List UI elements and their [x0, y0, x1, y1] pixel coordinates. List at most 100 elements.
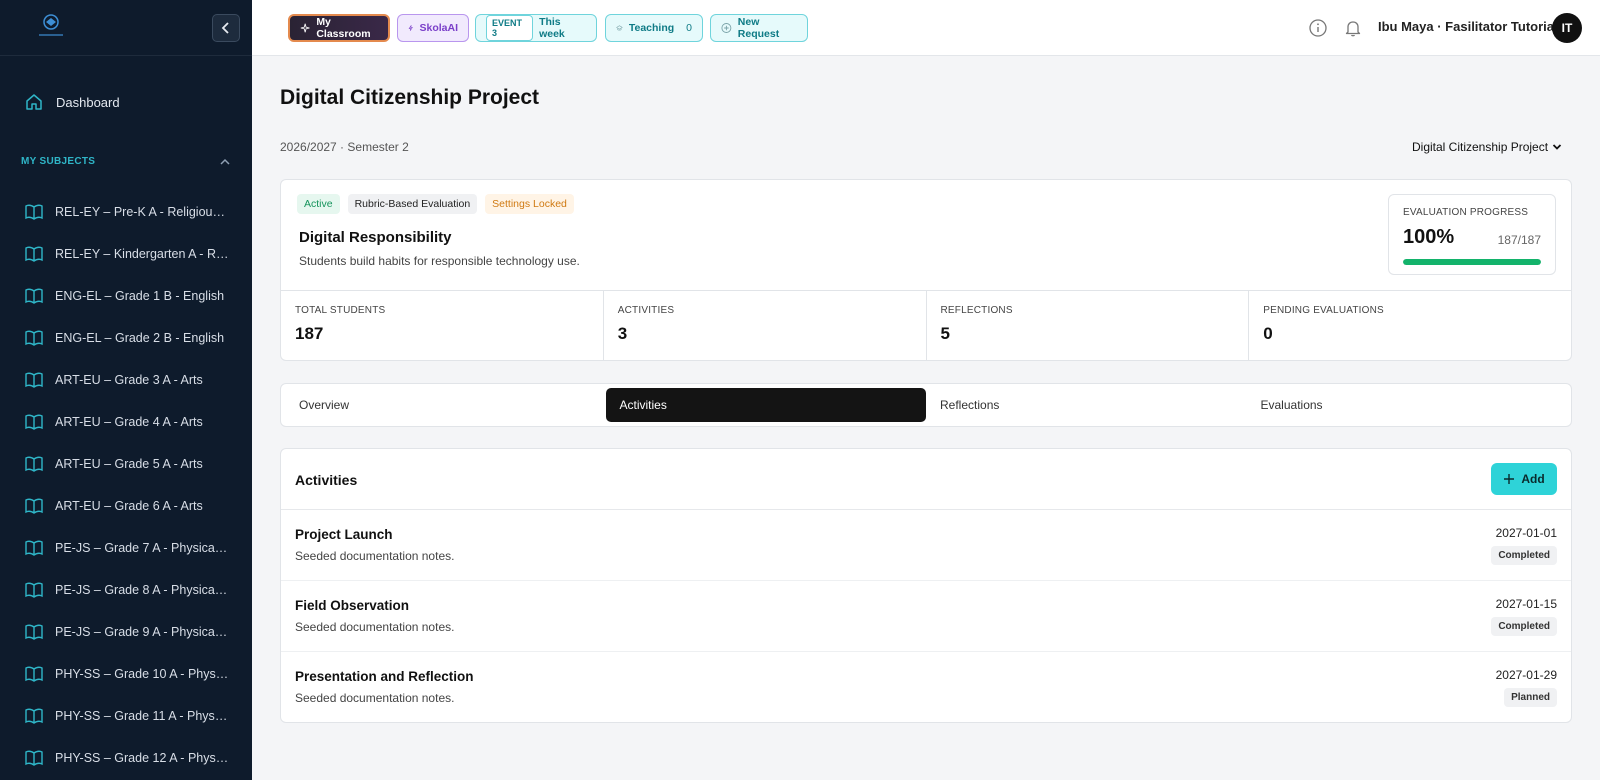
activity-date: 2027-01-01 [1495, 526, 1557, 540]
stat-value: 0 [1263, 324, 1273, 343]
collapse-sidebar-button[interactable] [212, 14, 240, 42]
status-badge: Completed [1491, 546, 1557, 565]
subject-label: ART-EU – Grade 6 A - Arts [55, 499, 203, 513]
sidebar-item-subject[interactable]: ART-EU – Grade 3 A - Arts [24, 359, 236, 401]
event-tag: EVENT 3 [486, 15, 534, 41]
subject-label: REL-EY – Kindergarten A - Religious and … [55, 247, 229, 261]
teaching-count: 0 [686, 22, 692, 34]
subject-label: ART-EU – Grade 4 A - Arts [55, 415, 203, 429]
subject-label: ENG-EL – Grade 1 B - English [55, 289, 225, 303]
status-badge-locked: Settings Locked [485, 194, 574, 214]
activity-title: Presentation and Reflection [295, 669, 474, 684]
list-item[interactable]: Presentation and Reflection Seeded docum… [281, 652, 1571, 723]
progress-label: EVALUATION PROGRESS [1403, 207, 1529, 218]
book-icon [25, 582, 43, 598]
school-logo-icon[interactable] [33, 12, 69, 40]
sidebar-item-subject[interactable]: PHY-SS – Grade 10 A - Physics [24, 653, 236, 695]
event-button[interactable]: EVENT 3 This week [475, 14, 597, 42]
sidebar-item-subject[interactable]: REL-EY – Kindergarten A - Religious and … [24, 233, 236, 275]
book-icon [25, 246, 43, 262]
list-item[interactable]: Field Observation Seeded documentation n… [281, 581, 1571, 652]
skolaai-label: SkolaAI [419, 22, 458, 34]
my-subjects-label: MY SUBJECTS [21, 156, 96, 167]
avatar[interactable]: IT [1552, 13, 1582, 43]
book-icon [25, 750, 43, 766]
tab-reflections[interactable]: Reflections [926, 388, 1247, 422]
sidebar-item-label: Dashboard [56, 94, 120, 110]
plus-icon [1504, 474, 1515, 484]
teaching-label: Teaching [628, 22, 675, 34]
sidebar-item-subject[interactable]: ART-EU – Grade 4 A - Arts [24, 401, 236, 443]
book-icon [25, 624, 43, 640]
book-icon [25, 204, 43, 220]
sidebar-divider [0, 55, 252, 56]
sidebar-item-subject[interactable]: ENG-EL – Grade 2 B - English [24, 317, 236, 359]
sidebar-item-subject[interactable]: ART-EU – Grade 6 A - Arts [24, 485, 236, 527]
activity-date: 2027-01-29 [1495, 668, 1557, 682]
activity-title: Field Observation [295, 598, 410, 613]
new-request-button[interactable]: New Request [710, 14, 808, 42]
user-name[interactable]: Ibu Maya · Fasilitator Tutorial [1378, 19, 1558, 34]
activity-note: Seeded documentation notes. [295, 549, 455, 563]
summary-card: Active Rubric-Based Evaluation Settings … [280, 179, 1572, 361]
stat-label: PENDING EVALUATIONS [1263, 305, 1384, 316]
stats-row: TOTAL STUDENTS 187 ACTIVITIES 3 REFLECTI… [281, 290, 1571, 360]
skolaai-button[interactable]: SkolaAI [397, 14, 469, 42]
tab-bar: Overview Activities Reflections Evaluati… [280, 383, 1572, 427]
sidebar-item-subject[interactable]: ENG-EL – Grade 1 B - English [24, 275, 236, 317]
book-icon [25, 288, 43, 304]
my-classroom-button[interactable]: My Classroom [288, 14, 390, 42]
subject-label: ART-EU – Grade 3 A - Arts [55, 373, 203, 387]
project-select[interactable]: Digital Citizenship Project [1412, 140, 1562, 154]
book-icon [25, 414, 43, 430]
sidebar-item-subject[interactable]: ART-EU – Grade 5 A - Arts [24, 443, 236, 485]
stat-activities: ACTIVITIES 3 [604, 291, 927, 360]
bell-icon[interactable] [1343, 18, 1363, 38]
tab-evaluations[interactable]: Evaluations [1247, 388, 1568, 422]
tab-overview[interactable]: Overview [285, 388, 606, 422]
chevron-left-icon [221, 22, 229, 34]
activities-header: Activities Add [281, 449, 1571, 510]
plus-circle-icon [721, 23, 732, 33]
project-select-value: Digital Citizenship Project [1412, 140, 1549, 154]
page-title: Digital Citizenship Project [280, 86, 540, 109]
graduation-cap-icon [616, 25, 623, 31]
sidebar-item-subject[interactable]: PHY-SS – Grade 11 A - Physics [24, 695, 236, 737]
lightning-icon [408, 25, 413, 31]
stat-value: 5 [940, 324, 950, 343]
stat-label: ACTIVITIES [617, 305, 675, 316]
subject-label: PE-JS – Grade 8 A - Physical Education [55, 583, 229, 597]
sidebar-item-subject[interactable]: PE-JS – Grade 7 A - Physical Education [24, 527, 236, 569]
top-bar: My Classroom SkolaAI EVENT 3 This week T… [252, 0, 1600, 56]
activity-note: Seeded documentation notes. [295, 691, 455, 705]
stat-reflections: REFLECTIONS 5 [927, 291, 1250, 360]
book-icon [25, 456, 43, 472]
status-badge-active: Active [297, 194, 340, 214]
tab-activities[interactable]: Activities [605, 388, 926, 422]
sidebar-item-subject[interactable]: PE-JS – Grade 9 A - Physical Education [24, 611, 236, 653]
sidebar-item-subject[interactable]: PHY-SS – Grade 12 A - Physics [24, 737, 236, 779]
book-icon [25, 498, 43, 514]
status-badge: Planned [1504, 688, 1557, 707]
status-badge: Completed [1491, 617, 1557, 636]
book-icon [25, 540, 43, 556]
subject-label: REL-EY – Pre-K A - Religious and Charact… [55, 205, 229, 219]
add-activity-button[interactable]: Add [1491, 463, 1557, 495]
book-icon [25, 708, 43, 724]
info-icon[interactable] [1308, 18, 1328, 38]
my-subjects-header[interactable]: MY SUBJECTS [21, 156, 231, 167]
sidebar-item-subject[interactable]: PE-JS – Grade 8 A - Physical Education [24, 569, 236, 611]
sidebar-item-dashboard[interactable]: Dashboard [24, 89, 120, 115]
sidebar-item-subject[interactable]: REL-EY – Pre-K A - Religious and Charact… [24, 191, 236, 233]
project-title: Digital Responsibility [299, 229, 452, 246]
add-label: Add [1521, 472, 1545, 486]
subject-label: PHY-SS – Grade 11 A - Physics [55, 709, 229, 723]
subject-label: PE-JS – Grade 9 A - Physical Education [55, 625, 229, 639]
subject-list: REL-EY – Pre-K A - Religious and Charact… [24, 191, 236, 779]
list-item[interactable]: Project Launch Seeded documentation note… [281, 510, 1571, 581]
teaching-button[interactable]: Teaching 0 [605, 14, 703, 42]
stat-total-students: TOTAL STUDENTS 187 [281, 291, 604, 360]
activities-card: Activities Add Project Launch Seeded doc… [280, 448, 1572, 723]
stat-pending-evaluations: PENDING EVALUATIONS 0 [1249, 291, 1571, 360]
book-icon [25, 330, 43, 346]
